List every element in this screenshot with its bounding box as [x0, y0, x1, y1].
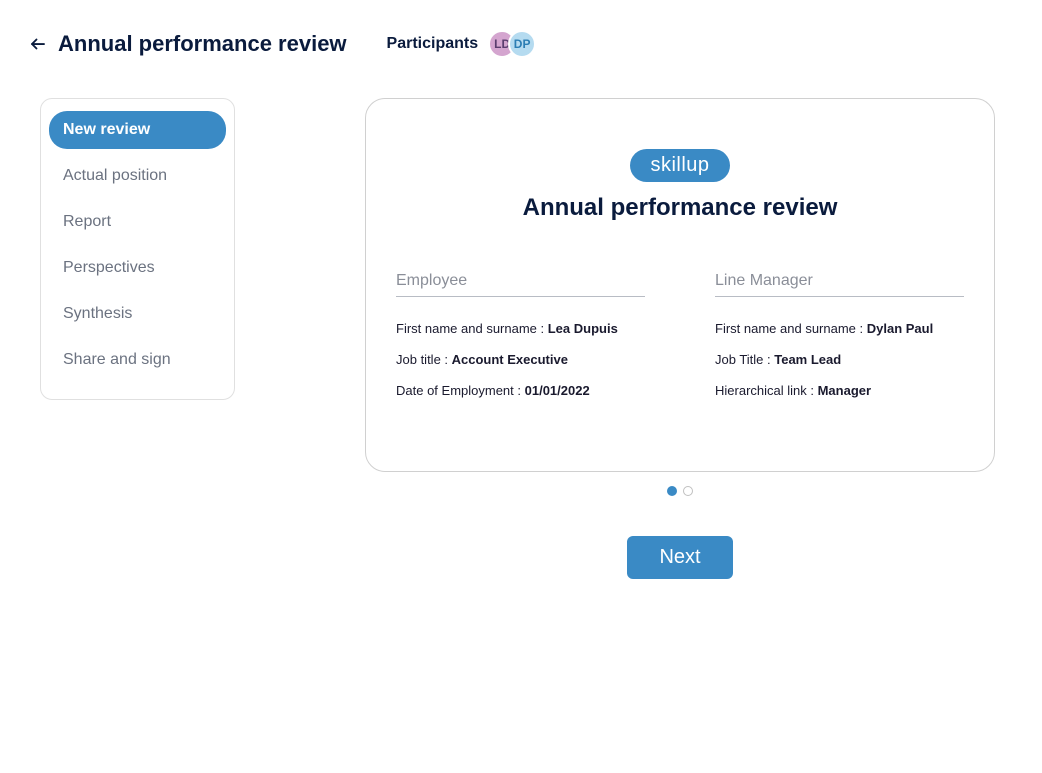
- employee-job-row: Job title : Account Executive: [396, 350, 645, 371]
- pagination-dot-2[interactable]: [683, 486, 693, 496]
- manager-column: Line Manager First name and surname : Dy…: [715, 272, 964, 411]
- manager-link-row: Hierarchical link : Manager: [715, 381, 964, 402]
- sidebar-item-new-review[interactable]: New review: [49, 111, 226, 149]
- sidebar-item-report[interactable]: Report: [49, 203, 226, 241]
- card-title: Annual performance review: [396, 194, 964, 222]
- participants-label: Participants: [387, 35, 479, 53]
- manager-job-value: Team Lead: [774, 352, 841, 367]
- manager-link-label: Hierarchical link :: [715, 383, 818, 398]
- employee-name-row: First name and surname : Lea Dupuis: [396, 319, 645, 340]
- manager-link-value: Manager: [818, 383, 871, 398]
- sidebar-item-perspectives[interactable]: Perspectives: [49, 249, 226, 287]
- sidebar-item-actual-position[interactable]: Actual position: [49, 157, 226, 195]
- employee-column: Employee First name and surname : Lea Du…: [396, 272, 645, 411]
- sidebar-item-synthesis[interactable]: Synthesis: [49, 295, 226, 333]
- employee-job-value: Account Executive: [452, 352, 568, 367]
- employee-job-label: Job title :: [396, 352, 452, 367]
- employee-date-value: 01/01/2022: [525, 383, 590, 398]
- manager-name-label: First name and surname :: [715, 321, 867, 336]
- page-title: Annual performance review: [58, 31, 347, 57]
- next-button[interactable]: Next: [627, 536, 732, 579]
- employee-name-label: First name and surname :: [396, 321, 548, 336]
- avatar[interactable]: DP: [508, 30, 536, 58]
- manager-job-row: Job Title : Team Lead: [715, 350, 964, 371]
- back-arrow-icon[interactable]: [28, 34, 48, 54]
- manager-section-label: Line Manager: [715, 272, 964, 297]
- pagination-dot-1[interactable]: [667, 486, 677, 496]
- participant-avatars: LD DP: [488, 30, 536, 58]
- pagination-dots: [365, 486, 995, 496]
- employee-name-value: Lea Dupuis: [548, 321, 618, 336]
- sidebar-item-share-sign[interactable]: Share and sign: [49, 341, 226, 379]
- manager-name-row: First name and surname : Dylan Paul: [715, 319, 964, 340]
- sidebar-nav: New review Actual position Report Perspe…: [40, 98, 235, 400]
- employee-date-row: Date of Employment : 01/01/2022: [396, 381, 645, 402]
- manager-job-label: Job Title :: [715, 352, 774, 367]
- employee-section-label: Employee: [396, 272, 645, 297]
- manager-name-value: Dylan Paul: [867, 321, 933, 336]
- employee-date-label: Date of Employment :: [396, 383, 525, 398]
- review-card: skillup Annual performance review Employ…: [365, 98, 995, 472]
- skillup-badge: skillup: [630, 149, 729, 182]
